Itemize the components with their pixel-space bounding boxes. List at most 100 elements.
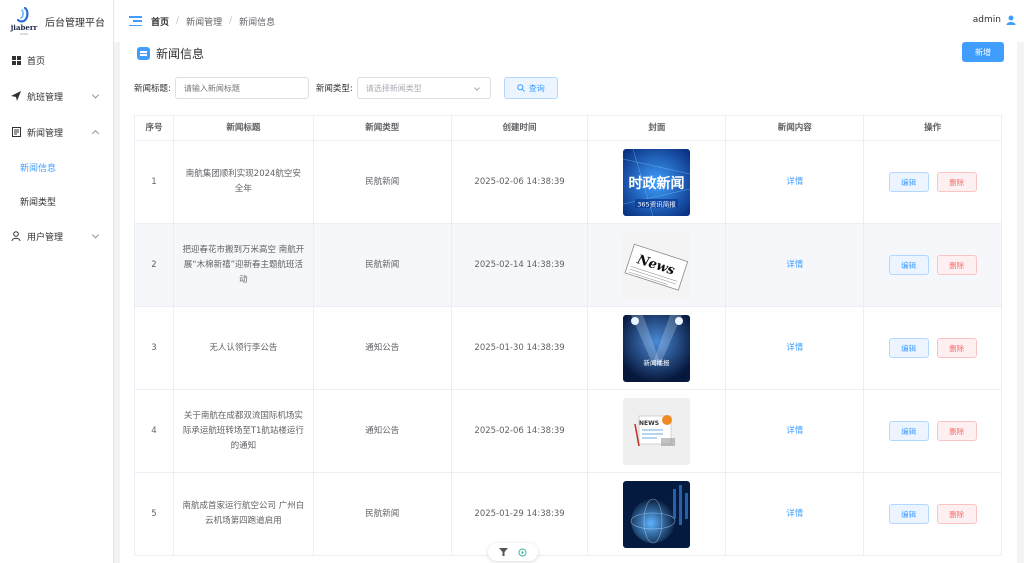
- detail-link[interactable]: 详情: [786, 258, 803, 273]
- created-time: 2025-02-06 14:38:39: [452, 141, 589, 223]
- sidebar-item-label: 首页: [27, 56, 46, 67]
- news-title: 南航成首家运行航空公司 广州白云机场第四跑道启用: [174, 473, 314, 555]
- row-index: 4: [135, 390, 174, 472]
- column-header: 序号: [135, 116, 174, 140]
- edit-button[interactable]: 编辑: [888, 172, 929, 192]
- type-filter-select[interactable]: 请选择新闻类型: [356, 77, 491, 99]
- sidebar-item-flights[interactable]: 航班管理: [0, 78, 113, 114]
- cover-cell: NEWS: [588, 390, 727, 472]
- news-title: 南航集团顺利实现2024航空安全年: [174, 141, 314, 223]
- grid-icon: [11, 55, 21, 65]
- cover-image[interactable]: 新闻播报: [623, 314, 691, 382]
- main-content: 新闻信息 新增 新闻标题: 新闻类型: 请选择新闻类型 查询 序号 新闻标题 新…: [120, 42, 1017, 563]
- filter-funnel-icon[interactable]: [499, 548, 508, 556]
- type-filter-placeholder: 请选择新闻类型: [365, 83, 422, 93]
- detail-cell: 详情: [726, 224, 865, 306]
- detail-cell: 详情: [726, 141, 865, 223]
- breadcrumb-separator: /: [176, 16, 180, 26]
- sidebar-item-home[interactable]: 首页: [0, 42, 113, 78]
- table-row: 1 南航集团顺利实现2024航空安全年 民航新闻 2025-02-06 14:3…: [135, 141, 1003, 224]
- edit-button[interactable]: 编辑: [888, 255, 929, 275]
- page-title: 新闻信息: [156, 47, 205, 61]
- detail-link[interactable]: 详情: [786, 424, 803, 439]
- sidebar-subitem-label: 新闻信息: [20, 163, 57, 174]
- sidebar: jiaberr LOGO 后台管理平台 首页 航班管理 新闻管理 新闻信息 新闻…: [0, 0, 114, 563]
- delete-button[interactable]: 删除: [936, 504, 977, 524]
- scrollbar-track[interactable]: [1017, 42, 1024, 563]
- column-header: 新闻内容: [726, 116, 865, 140]
- news-type: 民航新闻: [314, 473, 452, 555]
- chevron-down-icon: [91, 231, 100, 239]
- chevron-down-icon: [91, 91, 100, 99]
- add-button[interactable]: 新增: [962, 42, 1004, 62]
- breadcrumb-item: 新闻信息: [239, 17, 276, 28]
- row-index: 5: [135, 473, 174, 555]
- plane-icon: [11, 91, 21, 101]
- created-time: 2025-02-14 14:38:39: [452, 224, 589, 306]
- sidebar-item-users[interactable]: 用户管理: [0, 218, 113, 254]
- cover-image[interactable]: NEWS: [623, 397, 691, 465]
- sidebar-item-label: 航班管理: [27, 92, 64, 103]
- row-index: 3: [135, 307, 174, 389]
- delete-button[interactable]: 删除: [936, 421, 977, 441]
- edit-button[interactable]: 编辑: [888, 338, 929, 358]
- column-header: 新闻标题: [174, 116, 314, 140]
- delete-button[interactable]: 删除: [936, 338, 977, 358]
- detail-cell: 详情: [726, 390, 865, 472]
- sidebar-item-label: 用户管理: [27, 232, 64, 243]
- sidebar-subitem-news-type[interactable]: 新闻类型: [0, 184, 113, 218]
- delete-button[interactable]: 删除: [936, 255, 977, 275]
- cover-image[interactable]: News: [623, 231, 691, 299]
- detail-link[interactable]: 详情: [786, 341, 803, 356]
- target-icon[interactable]: [518, 548, 527, 557]
- actions-cell: 编辑 删除: [864, 307, 1003, 389]
- column-header: 创建时间: [452, 116, 589, 140]
- query-label: 查询: [528, 83, 545, 93]
- detail-cell: 详情: [726, 307, 865, 389]
- sidebar-subitem-news-info[interactable]: 新闻信息: [0, 150, 113, 184]
- news-title: 把迎春花市搬到万米高空 南航开展“木棉新禧”迎新春主题航班活动: [174, 224, 314, 306]
- logo-text: jiaberr: [10, 22, 38, 32]
- chevron-up-icon: [91, 129, 100, 138]
- table-header: 序号 新闻标题 新闻类型 创建时间 封面 新闻内容 操作: [135, 116, 1003, 141]
- table-row: 3 无人认领行李公告 通知公告 2025-01-30 14:38:39 新闻播报: [135, 307, 1003, 390]
- search-icon: [516, 84, 525, 92]
- breadcrumb-item: 新闻管理: [186, 17, 223, 28]
- logo-mark-icon: [16, 6, 29, 22]
- actions-cell: 编辑 删除: [864, 390, 1003, 472]
- menu-toggle-icon[interactable]: [129, 16, 142, 26]
- chevron-down-icon: [473, 85, 480, 91]
- document-icon: [11, 127, 21, 137]
- actions-cell: 编辑 删除: [864, 224, 1003, 306]
- edit-button[interactable]: 编辑: [888, 504, 929, 524]
- breadcrumb-separator: /: [229, 16, 233, 26]
- cover-image[interactable]: [623, 480, 691, 548]
- title-filter-input[interactable]: [174, 77, 309, 99]
- user-icon: [11, 231, 21, 241]
- cover-cell: 时政新闻 365资讯简报: [588, 141, 727, 223]
- column-header: 操作: [864, 116, 1003, 140]
- news-type: 民航新闻: [314, 141, 452, 223]
- actions-cell: 编辑 删除: [864, 473, 1003, 555]
- user-menu[interactable]: admin: [973, 15, 1016, 25]
- query-button[interactable]: 查询: [503, 77, 558, 99]
- delete-button[interactable]: 删除: [936, 172, 977, 192]
- platform-title: 后台管理平台: [45, 17, 105, 29]
- detail-link[interactable]: 详情: [786, 507, 803, 522]
- edit-button[interactable]: 编辑: [888, 421, 929, 441]
- page-header: 新闻信息: [137, 45, 204, 62]
- sidebar-item-news[interactable]: 新闻管理: [0, 114, 113, 150]
- row-index: 2: [135, 224, 174, 306]
- cover-image[interactable]: 时政新闻 365资讯简报: [623, 148, 691, 216]
- detail-link[interactable]: 详情: [786, 175, 803, 190]
- news-title: 无人认领行李公告: [174, 307, 314, 389]
- news-type: 通知公告: [314, 390, 452, 472]
- sidebar-subitem-label: 新闻类型: [20, 197, 57, 208]
- cover-caption: 新闻播报: [644, 358, 671, 367]
- cover-cell: 新闻播报: [588, 307, 727, 389]
- row-index: 1: [135, 141, 174, 223]
- breadcrumb-item[interactable]: 首页: [151, 15, 169, 28]
- news-type: 民航新闻: [314, 224, 452, 306]
- table-row: 2 把迎春花市搬到万米高空 南航开展“木棉新禧”迎新春主题航班活动 民航新闻 2…: [135, 224, 1003, 307]
- logo-subtext: LOGO: [19, 31, 29, 36]
